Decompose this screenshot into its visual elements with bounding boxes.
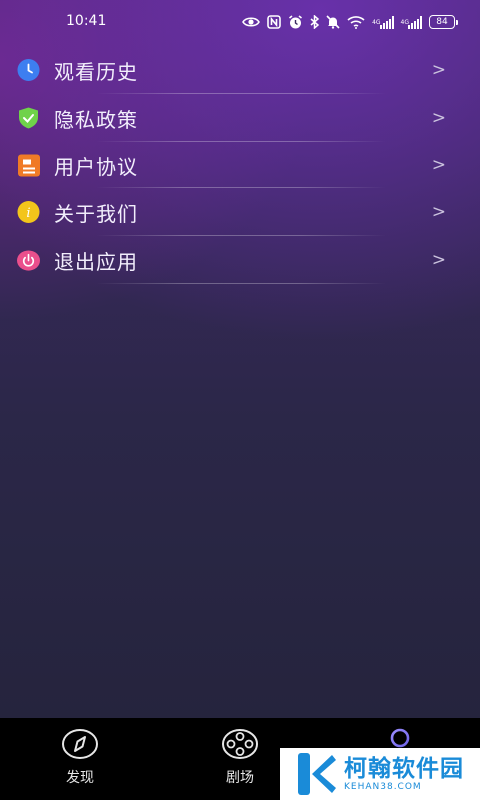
battery-icon: 84 xyxy=(429,15,458,29)
chevron-right-icon: > xyxy=(431,250,446,270)
chevron-right-icon: > xyxy=(431,60,446,80)
wifi-icon xyxy=(347,15,365,29)
power-icon xyxy=(17,249,40,272)
status-bar: 10:41 4G 4G 84 xyxy=(0,0,480,44)
clock-icon xyxy=(17,59,40,82)
menu-item-privacy-policy[interactable]: 隐私政策 > xyxy=(0,94,480,142)
menu-item-exit-app[interactable]: 退出应用 > xyxy=(0,236,480,284)
watermark-title: 柯翰软件园 xyxy=(344,756,464,782)
mute-icon xyxy=(326,15,340,29)
settings-menu: 观看历史 > 隐私政策 > 用户协议 > i 关于我们 > 退出应用 > xyxy=(0,46,480,284)
bluetooth-icon xyxy=(310,15,320,29)
eye-icon xyxy=(242,16,260,28)
menu-item-watch-history[interactable]: 观看历史 > xyxy=(0,46,480,94)
chevron-right-icon: > xyxy=(431,108,446,128)
watermark-subtitle: KEHAN38.COM xyxy=(344,782,422,792)
film-reel-icon xyxy=(221,728,259,764)
status-icons: 4G 4G 84 xyxy=(242,12,458,32)
tab-theater[interactable]: 剧场 xyxy=(200,728,280,787)
nfc-icon xyxy=(267,15,281,29)
watermark-logo-icon xyxy=(294,748,340,800)
compass-icon xyxy=(61,728,99,764)
svg-text:i: i xyxy=(26,206,30,221)
alarm-icon xyxy=(288,14,303,30)
watermark-text: 柯翰软件园 KEHAN38.COM xyxy=(344,756,464,792)
battery-level: 84 xyxy=(429,15,455,29)
tab-discover[interactable]: 发现 xyxy=(40,728,120,787)
menu-item-label: 退出应用 xyxy=(54,249,138,274)
chevron-right-icon: > xyxy=(431,155,446,175)
chevron-right-icon: > xyxy=(431,202,446,222)
info-icon: i xyxy=(17,201,40,224)
document-icon xyxy=(17,154,40,177)
divider xyxy=(96,283,386,284)
tab-label: 发现 xyxy=(66,770,94,786)
signal-icon: 4G xyxy=(372,15,394,29)
shield-check-icon xyxy=(17,107,40,130)
tab-label: 剧场 xyxy=(226,770,254,786)
menu-item-label: 隐私政策 xyxy=(54,107,138,132)
watermark: 柯翰软件园 KEHAN38.COM xyxy=(280,748,480,800)
menu-item-label: 关于我们 xyxy=(54,201,138,226)
signal-icon: 4G xyxy=(401,15,422,29)
menu-item-about-us[interactable]: i 关于我们 > xyxy=(0,188,480,236)
menu-item-label: 用户协议 xyxy=(54,154,138,179)
menu-item-label: 观看历史 xyxy=(54,59,138,84)
menu-item-user-agreement[interactable]: 用户协议 > xyxy=(0,142,480,188)
status-time: 10:41 xyxy=(66,13,107,29)
